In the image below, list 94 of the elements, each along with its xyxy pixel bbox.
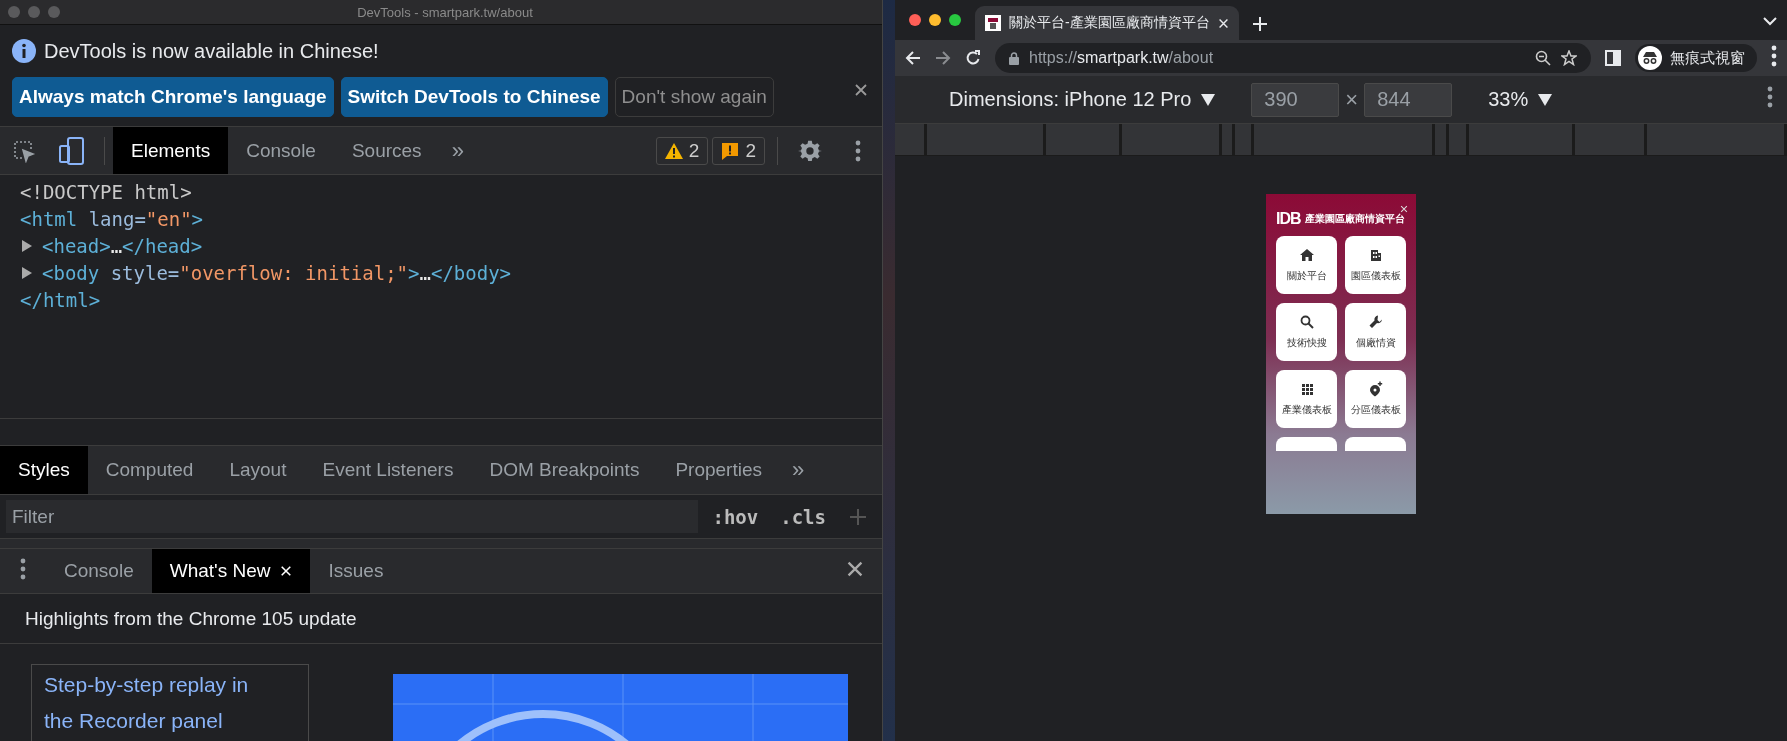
dimension-separator: ×: [1345, 86, 1359, 113]
home-icon: [1298, 247, 1315, 263]
warning-count: 2: [688, 139, 700, 162]
panel-tab[interactable]: Sources: [333, 127, 440, 174]
tile-label: 分區儀表板: [1350, 403, 1401, 417]
menu-tile[interactable]: 關於平台: [1276, 236, 1337, 294]
tile-label: 園區儀表板: [1350, 269, 1401, 283]
width-field[interactable]: 390: [1251, 82, 1340, 117]
hover-state-toggle[interactable]: :hov: [704, 505, 767, 528]
panel-tab[interactable]: Event Listeners: [304, 446, 472, 494]
expand-triangle-icon[interactable]: [22, 266, 32, 279]
browser-tab[interactable]: 關於平台-產業園區廠商情資平台: [975, 6, 1239, 40]
more-options-icon[interactable]: [855, 139, 861, 162]
panel-tab[interactable]: Elements: [113, 127, 229, 174]
more-tabs-button[interactable]: »: [780, 457, 817, 483]
window-close-button[interactable]: [909, 14, 921, 26]
address-bar[interactable]: https://smartpark.tw/about: [995, 43, 1591, 73]
dom-node-line[interactable]: <head>…</head>: [42, 235, 203, 257]
device-toggle-icon[interactable]: [59, 136, 85, 165]
menu-tile[interactable]: 園區儀表板: [1345, 236, 1406, 294]
panel-tab[interactable]: DOM Breakpoints: [471, 446, 658, 494]
lock-icon: [1009, 51, 1019, 65]
warnings-counter[interactable]: 2: [655, 136, 709, 165]
menu-tile[interactable]: 個廠情資: [1345, 303, 1406, 361]
zoom-out-icon[interactable]: [1535, 50, 1551, 66]
window-minimize-button[interactable]: [929, 14, 941, 26]
issue-icon: [721, 141, 740, 160]
incognito-icon: [1638, 46, 1662, 70]
close-icon[interactable]: [846, 560, 864, 578]
panel-tab[interactable]: Computed: [87, 446, 212, 494]
feature-link[interactable]: Step-by-step replay in the Recorder panel: [44, 667, 278, 739]
more-tabs-button[interactable]: »: [439, 137, 476, 164]
drawer-tab[interactable]: Console: [46, 549, 152, 593]
device-selector[interactable]: Dimensions: iPhone 12 Pro: [943, 87, 1222, 112]
window-title: DevTools - smartpark.tw/about: [356, 4, 534, 20]
menu-tile[interactable]: 產業儀表板: [1276, 370, 1337, 428]
dom-node-line[interactable]: </html>: [20, 288, 101, 311]
dom-node-line[interactable]: <!DOCTYPE html>: [20, 181, 192, 204]
notice-button[interactable]: Don't show again: [614, 77, 774, 117]
dom-node-line[interactable]: <body style="overflow: initial;">…</body>: [42, 261, 512, 284]
panel-tab[interactable]: Properties: [657, 446, 780, 494]
reload-icon[interactable]: [965, 50, 981, 66]
chevron-down-icon[interactable]: [1763, 17, 1777, 26]
filter-field[interactable]: Filter: [6, 500, 699, 533]
drawer-tab[interactable]: What's New: [151, 549, 311, 593]
tile-label: 技術快搜: [1286, 336, 1327, 350]
browser-menu-icon[interactable]: [1771, 45, 1777, 67]
map-pin-icon: [1367, 381, 1384, 397]
dom-node-line[interactable]: <html lang="en">: [20, 208, 204, 231]
favicon-icon: [985, 15, 1001, 31]
menu-tile[interactable]: 技術快搜: [1276, 303, 1337, 361]
issues-counter[interactable]: 2: [712, 136, 765, 165]
caret-icon: [1538, 93, 1553, 106]
logo-mark: IDB: [1276, 210, 1301, 228]
forward-arrow-icon[interactable]: [935, 50, 951, 66]
tab-title: 關於平台-產業園區廠商情資平台: [1009, 14, 1210, 32]
window-zoom-button[interactable]: [949, 14, 961, 26]
close-icon[interactable]: [854, 83, 868, 97]
info-icon: [12, 39, 36, 63]
drawer-tab[interactable]: Issues: [310, 549, 402, 593]
caret-icon: [1201, 93, 1216, 106]
whats-new-heading: Highlights from the Chrome 105 update: [0, 594, 882, 644]
menu-tile[interactable]: [1276, 437, 1337, 451]
incognito-profile-button[interactable]: 無痕式視窗: [1635, 44, 1757, 72]
drawer-menu-icon[interactable]: [20, 558, 26, 580]
menu-tile[interactable]: [1345, 437, 1406, 451]
menu-tile[interactable]: 分區儀表板: [1345, 370, 1406, 428]
search-icon: [1298, 314, 1315, 330]
element-picker-icon[interactable]: [12, 138, 36, 163]
more-options-icon[interactable]: [1767, 86, 1773, 108]
panel-tab[interactable]: Console: [228, 127, 334, 174]
tile-label: 個廠情資: [1355, 336, 1396, 350]
new-tab-icon[interactable]: [1252, 17, 1267, 31]
warning-icon: [664, 142, 683, 159]
notice-button[interactable]: Always match Chrome's language: [12, 77, 334, 117]
back-arrow-icon[interactable]: [905, 50, 921, 66]
panel-tab[interactable]: Layout: [211, 446, 305, 494]
star-icon[interactable]: [1561, 50, 1577, 66]
tile-label: 關於平台: [1286, 269, 1327, 283]
url-text: https://smartpark.tw/about: [1029, 49, 1215, 67]
notice-button[interactable]: Switch DevTools to Chinese: [340, 77, 608, 117]
wrench-icon: [1367, 314, 1384, 330]
height-field[interactable]: 844: [1364, 82, 1453, 117]
logo-title: 產業園區廠商情資平台: [1304, 212, 1405, 226]
issue-count: 2: [745, 139, 756, 162]
tab-close-icon[interactable]: [1217, 17, 1229, 29]
expand-triangle-icon[interactable]: [22, 240, 32, 252]
notice-message: DevTools is now available in Chinese!: [44, 39, 379, 63]
tile-label: 產業儀表板: [1281, 403, 1332, 417]
panel-tab[interactable]: Styles: [0, 446, 88, 494]
settings-icon[interactable]: [798, 138, 822, 163]
side-panel-icon[interactable]: [1605, 50, 1621, 66]
class-toggle[interactable]: .cls: [772, 505, 834, 528]
zoom-selector[interactable]: 33%: [1482, 87, 1559, 112]
